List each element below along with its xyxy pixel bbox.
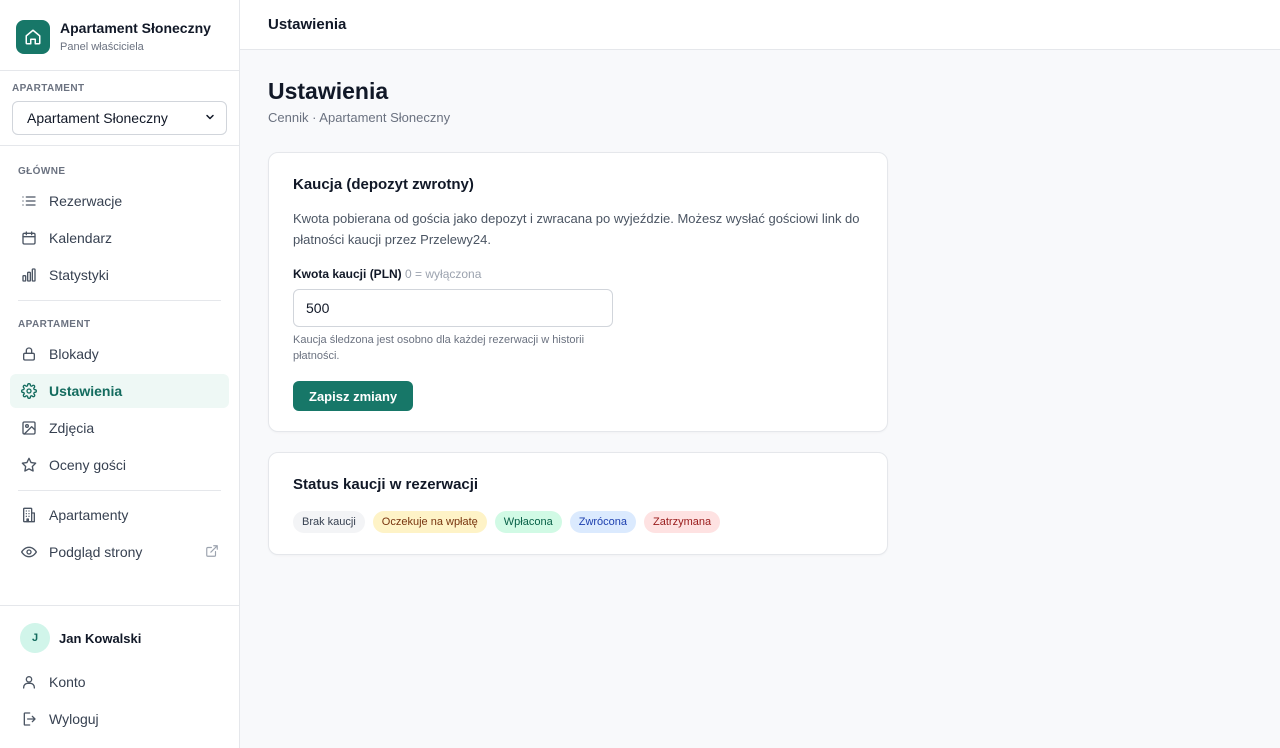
status-badge: Wpłacona [494, 511, 562, 533]
chevron-down-icon [204, 110, 216, 126]
deposit-amount-label-text: Kwota kaucji (PLN) [293, 267, 402, 281]
building-icon [20, 506, 38, 524]
sidebar: Apartament Słoneczny Panel właściciela A… [0, 0, 240, 748]
nav-item-label: Apartamenty [49, 507, 129, 523]
brand-subtitle: Panel właściciela [60, 41, 144, 53]
nav-item-konto[interactable]: Konto [10, 665, 229, 699]
nav-item-apartamenty[interactable]: Apartamenty [10, 498, 229, 532]
gear-icon [20, 382, 38, 400]
nav-item-label: Wyloguj [49, 711, 99, 727]
nav-item-label: Rezerwacje [49, 193, 123, 209]
deposit-help-text: Kaucja śledzona jest osobno dla każdej r… [293, 334, 585, 362]
status-badge: Brak kaucji [293, 511, 365, 533]
nav-item-rezerwacje[interactable]: Rezerwacje [10, 184, 229, 218]
nav-item-statystyki[interactable]: Statystyki [10, 258, 229, 292]
divider [0, 70, 239, 71]
nav-item-ustawienia[interactable]: Ustawienia [10, 374, 229, 408]
nav-item-podglad[interactable]: Podgląd strony [10, 535, 229, 569]
list-icon [20, 192, 38, 210]
user-name: Jan Kowalski [59, 630, 142, 646]
deposit-status-title: Status kaucji w rezerwacji [293, 476, 479, 493]
nav-item-label: Statystyki [49, 267, 109, 283]
user-profile: J Jan Kowalski [20, 623, 141, 653]
page-subtitle: Cennik · Apartament Słoneczny [268, 110, 451, 125]
divider [18, 300, 221, 301]
status-badge: Zatrzymana [644, 511, 721, 533]
page-title: Ustawienia [268, 78, 389, 104]
user-icon [20, 673, 38, 691]
status-badge: Zwrócona [569, 511, 637, 533]
deposit-card-description: Kwota pobierana od gościa jako depozyt i… [293, 211, 860, 247]
star-icon [20, 456, 38, 474]
nav-item-label: Podgląd strony [49, 544, 143, 560]
topbar-title: Ustawienia [268, 16, 347, 33]
nav-item-oceny[interactable]: Oceny gości [10, 448, 229, 482]
status-badge: Oczekuje na wpłatę [372, 511, 487, 533]
logout-icon [20, 710, 38, 728]
avatar: J [20, 623, 50, 653]
nav-item-zdjecia[interactable]: Zdjęcia [10, 411, 229, 445]
nav-section-main: GŁÓWNE [18, 166, 66, 177]
nav-section-apartment: APARTAMENT [18, 319, 91, 330]
image-icon [20, 419, 38, 437]
nav-item-label: Ustawienia [49, 383, 123, 399]
eye-icon [20, 543, 38, 561]
calendar-icon [20, 229, 38, 247]
nav-item-kalendarz[interactable]: Kalendarz [10, 221, 229, 255]
divider [18, 490, 221, 491]
nav-item-wyloguj[interactable]: Wyloguj [10, 702, 229, 736]
bar-chart-icon [20, 266, 38, 284]
deposit-card: Kaucja (depozyt zwrotny) Kwota pobierana… [268, 152, 888, 432]
nav-item-blokady[interactable]: Blokady [10, 337, 229, 371]
brand[interactable]: Apartament Słoneczny Panel właściciela [16, 20, 211, 54]
nav-item-label: Oceny gości [49, 457, 127, 473]
deposit-card-title: Kaucja (depozyt zwrotny) [293, 176, 474, 193]
divider [0, 145, 239, 146]
apartment-picker-label: APARTAMENT [12, 83, 85, 94]
nav-item-label: Kalendarz [49, 230, 113, 246]
nav-item-label: Blokady [49, 346, 99, 362]
deposit-amount-label: Kwota kaucji (PLN) 0 = wyłączona [293, 267, 481, 281]
nav-item-label: Konto [49, 674, 86, 690]
topbar: Ustawienia [240, 0, 1280, 50]
apartment-select-value: Apartament Słoneczny [27, 110, 168, 126]
apartment-select[interactable]: Apartament Słoneczny [12, 101, 227, 135]
status-badges: Brak kaucji Oczekuje na wpłatę Wpłacona … [293, 511, 721, 533]
deposit-status-card: Status kaucji w rezerwacji Brak kaucji O… [268, 452, 888, 555]
deposit-amount-input[interactable] [293, 289, 613, 327]
deposit-amount-hint: 0 = wyłączona [405, 267, 482, 281]
divider [0, 605, 239, 606]
lock-icon [20, 345, 38, 363]
brand-title: Apartament Słoneczny [60, 20, 211, 36]
nav-item-label: Zdjęcia [49, 420, 95, 436]
external-link-icon [205, 544, 219, 561]
save-button[interactable]: Zapisz zmiany [293, 381, 414, 411]
home-icon [16, 20, 50, 54]
